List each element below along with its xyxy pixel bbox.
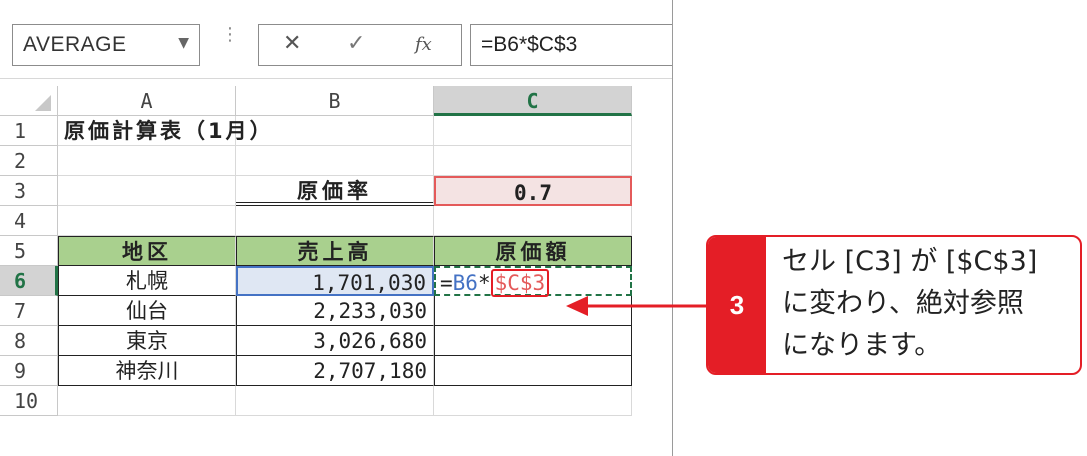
callout-arrow — [566, 296, 706, 316]
callout-text: セル [C3] が [$C$3] に変わり、絶対参照 になります。 — [782, 241, 1078, 367]
callout-line-2: に変わり、絶対参照 — [782, 288, 1024, 319]
step-number-badge: 3 — [708, 237, 766, 373]
callout-line-3: になります。 — [782, 330, 942, 361]
instruction-callout: 3 セル [C3] が [$C$3] に変わり、絶対参照 になります。 — [706, 235, 1082, 375]
callout-line-1: セル [C3] が [$C$3] — [782, 246, 1038, 277]
